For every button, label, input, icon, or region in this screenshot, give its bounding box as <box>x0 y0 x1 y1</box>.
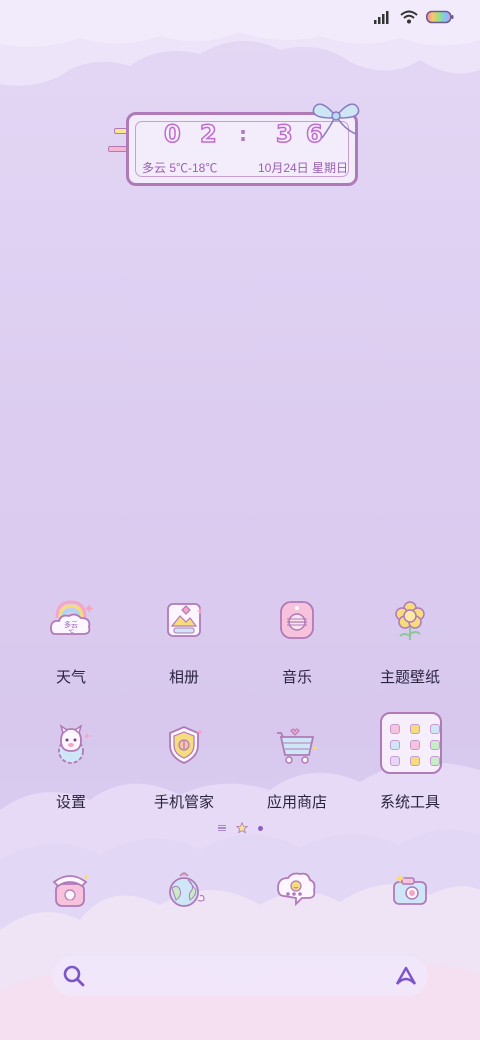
battery-icon <box>426 10 454 24</box>
clock-weather-widget[interactable]: 0 2 : 3 6 多云 5℃-18℃ 10月24日 星期日 <box>108 100 370 192</box>
minus-one-screen-indicator-icon[interactable] <box>217 825 226 831</box>
app-weather[interactable]: 多云 ℃ 天气 <box>16 596 126 706</box>
status-bar <box>374 10 454 24</box>
app-store[interactable]: 应用商店 <box>242 721 352 831</box>
app-gallery[interactable]: 相册 <box>129 596 239 706</box>
app-label: 音乐 <box>281 669 312 686</box>
search-icon[interactable] <box>62 964 86 988</box>
browser-icon[interactable] <box>160 866 208 914</box>
app-music[interactable]: 音乐 <box>242 596 352 706</box>
folder-mini-app-icon <box>430 756 440 766</box>
svg-text:℃: ℃ <box>68 629 74 635</box>
clock-hour-ones: 2 <box>199 119 217 149</box>
folder-mini-app-icon <box>430 740 440 750</box>
camera-icon[interactable] <box>386 866 434 914</box>
app-label: 天气 <box>55 669 86 686</box>
folder-mini-app-icon <box>410 756 420 766</box>
folder-mini-app-icon <box>390 756 400 766</box>
security-icon <box>160 721 208 769</box>
folder-mini-app-icon <box>410 724 420 734</box>
weather-icon: 多云 ℃ <box>47 596 95 644</box>
system-tools-folder-icon[interactable] <box>380 712 442 774</box>
page-indicator[interactable] <box>0 822 480 834</box>
folder-mini-app-icon <box>390 740 400 750</box>
search-bar[interactable] <box>52 956 428 996</box>
settings-icon <box>47 721 95 769</box>
widget-tab-decoration <box>108 146 128 152</box>
app-settings[interactable]: 设置 <box>16 721 126 831</box>
folder-mini-app-icon <box>410 740 420 750</box>
wifi-icon <box>400 10 418 24</box>
themes-icon <box>386 596 434 644</box>
signal-icon <box>374 11 389 24</box>
app-store-icon <box>273 721 321 769</box>
clock-hour-tens: 0 <box>163 119 181 149</box>
widget-weather-text: 多云 5℃-18℃ <box>142 161 218 175</box>
music-icon <box>273 596 321 644</box>
phone-icon[interactable] <box>46 866 94 914</box>
app-label: 相册 <box>168 669 199 686</box>
widget-date-text: 10月24日 星期日 <box>257 161 348 175</box>
app-label: 手机管家 <box>153 794 214 811</box>
messages-icon[interactable] <box>272 866 320 914</box>
clock-minute-tens: 3 <box>275 119 293 149</box>
weather-icon-text: 多云 <box>64 620 78 629</box>
app-label: 设置 <box>55 794 86 811</box>
app-label: 主题壁纸 <box>379 669 440 686</box>
folder-mini-app-icon <box>430 724 440 734</box>
app-label: 系统工具 <box>379 794 440 811</box>
app-label: 应用商店 <box>266 794 327 811</box>
page-dot[interactable] <box>257 825 263 831</box>
folder-mini-app-icon <box>390 724 400 734</box>
home-page-star-icon[interactable] <box>235 822 248 834</box>
gallery-icon <box>160 596 208 644</box>
bow-icon <box>312 103 360 139</box>
voice-assistant-icon[interactable] <box>394 964 418 988</box>
app-themes[interactable]: 主题壁纸 <box>355 596 465 706</box>
clock-colon: : <box>239 122 247 146</box>
app-security[interactable]: 手机管家 <box>129 721 239 831</box>
